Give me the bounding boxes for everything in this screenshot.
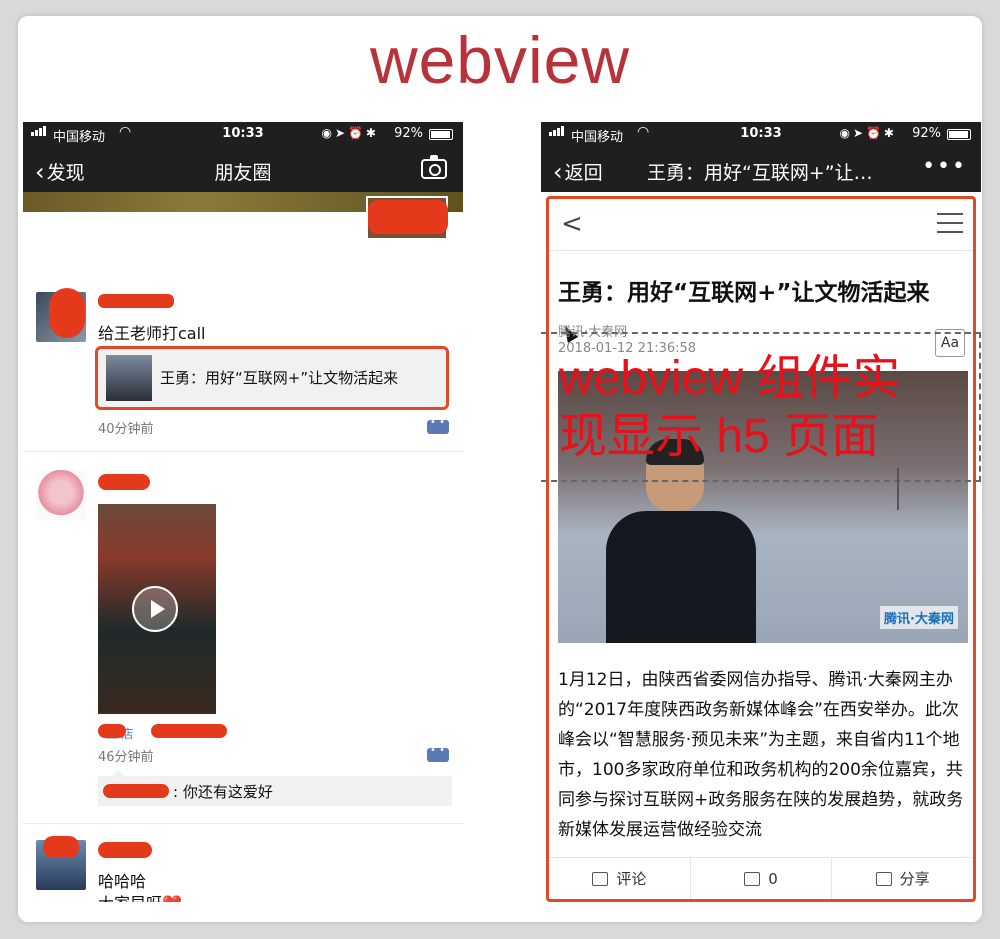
comment-count-button[interactable]: 0	[691, 858, 833, 899]
phone-webview: 中国移动 ◠ 10:33 ◉➤⏰✱ 92% ‹ 返回 王勇：用好“互联网+”让……	[541, 122, 981, 902]
battery-percent: 92%	[394, 126, 423, 141]
camera-icon[interactable]	[421, 155, 447, 179]
h5-header: <	[549, 199, 973, 251]
h5-back-icon[interactable]: <	[561, 209, 583, 239]
chevron-left-icon: ‹	[553, 157, 563, 186]
annotation-line-2: 现显示 h5 页面	[559, 410, 880, 463]
annotation-line-1: webview 组件实	[559, 352, 901, 405]
comment-count: 0	[768, 869, 778, 888]
post-text: 给王老师打call	[98, 324, 206, 343]
shared-link-card[interactable]: 王勇：用好“互联网+”让文物活起来	[95, 346, 449, 410]
status-icons: ◉➤⏰✱	[321, 126, 379, 140]
battery-percent: 92%	[912, 126, 941, 141]
share-button[interactable]: 分享	[832, 858, 973, 899]
phone-moments: 中国移动 ◠ 10:33 ◉➤⏰✱ 92% ‹ 发现 朋友圈 给王老师打call…	[23, 122, 463, 902]
edit-icon	[592, 871, 609, 886]
link-thumbnail	[106, 355, 152, 401]
link-title: 王勇：用好“互联网+”让文物活起来	[160, 369, 399, 387]
redacted-username[interactable]	[98, 294, 174, 308]
annotation-text: webview 组件实 现显示 h5 页面	[559, 350, 979, 466]
redacted-username[interactable]	[98, 474, 150, 490]
post-text: 哈哈哈	[98, 872, 147, 891]
article-title: 王勇：用好“互联网+”让文物活起来	[558, 280, 930, 306]
text-caret	[897, 468, 899, 510]
status-bar: 中国移动 ◠ 10:33 ◉➤⏰✱ 92%	[541, 122, 981, 146]
battery-icon	[429, 129, 453, 140]
comment-button[interactable]: 评论	[549, 858, 691, 899]
redaction-mark	[368, 200, 448, 234]
more-icon[interactable]: •••	[922, 154, 967, 179]
chat-bubble-icon	[744, 871, 761, 886]
redaction-mark	[98, 724, 126, 738]
h5-bottom-bar: 评论 0 分享	[549, 857, 973, 899]
reply-text-display: : 你还有这爱好	[173, 783, 273, 801]
play-icon[interactable]	[132, 586, 178, 632]
back-label: 返回	[564, 162, 603, 184]
post-time: 40分钟前	[98, 422, 154, 437]
redaction-mark	[43, 836, 79, 858]
comment-icon[interactable]	[427, 745, 449, 762]
page-title: 王勇：用好“互联网+”让…	[647, 162, 873, 184]
post-text: 大家早呀❤️~	[98, 890, 195, 902]
comment-icon[interactable]	[427, 417, 449, 434]
battery-icon	[947, 129, 971, 140]
redaction-mark	[49, 288, 85, 338]
status-icons: ◉➤⏰✱	[839, 126, 897, 140]
webview-container: < 王勇：用好“互联网+”让文物活起来 腾讯·大秦网 2018-01-12 21…	[546, 196, 976, 902]
image-watermark: 腾讯·大秦网	[880, 606, 958, 629]
back-button[interactable]: ‹ 返回	[553, 158, 603, 185]
nav-bar: ‹ 返回 王勇：用好“互联网+”让… •••	[541, 146, 981, 192]
post-time: 46分钟前	[98, 750, 154, 765]
avatar[interactable]	[36, 470, 86, 520]
moment-post: 46分钟前 : 你还有这爱好	[23, 452, 463, 824]
video-thumbnail[interactable]	[98, 504, 216, 714]
nav-bar: ‹ 发现 朋友圈	[23, 146, 463, 192]
article-body: 1月12日，由陕西省委网信办指导、腾讯·大秦网主办的“2017年度陕西政务新媒体…	[558, 670, 964, 840]
page-title: 朋友圈	[214, 162, 272, 184]
share-label: 分享	[899, 870, 930, 888]
slide-headline: webview	[369, 23, 631, 97]
redaction-mark	[151, 724, 227, 738]
comment-label: 评论	[616, 870, 647, 888]
moment-post: 哈哈哈 大家早呀❤️~	[23, 824, 463, 902]
status-bar: 中国移动 ◠ 10:33 ◉➤⏰✱ 92%	[23, 122, 463, 146]
redacted-commenter[interactable]	[103, 784, 169, 798]
redacted-username[interactable]	[98, 842, 152, 858]
share-icon	[875, 871, 892, 886]
hamburger-menu-icon[interactable]	[937, 213, 963, 233]
